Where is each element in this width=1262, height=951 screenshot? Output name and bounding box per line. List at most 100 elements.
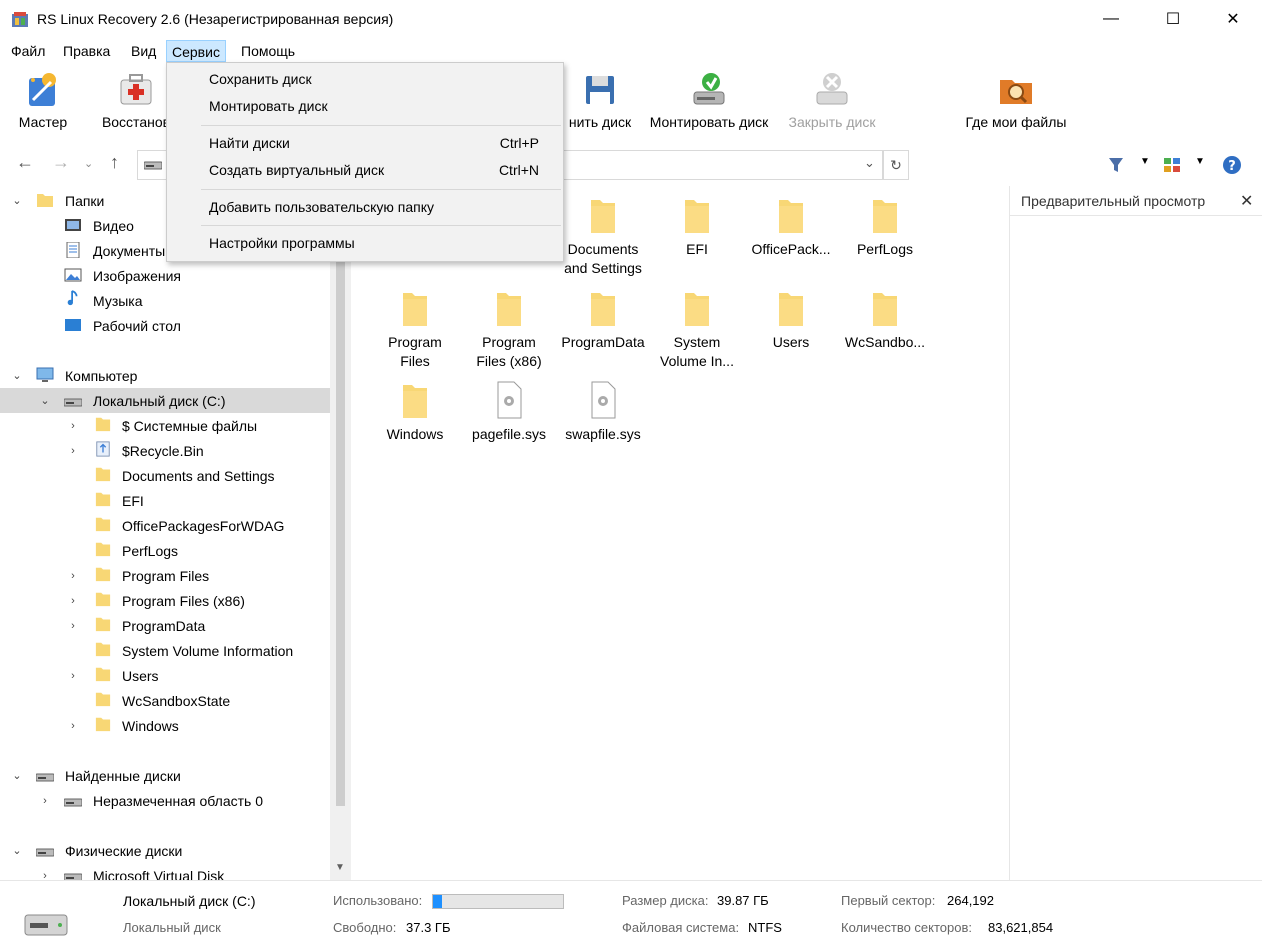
file-item[interactable]: Windows [368, 381, 462, 444]
file-item[interactable]: Program Files [368, 289, 462, 371]
chevron-down-icon[interactable]: ⌄ [38, 394, 52, 407]
minimize-button[interactable]: — [1086, 0, 1136, 38]
tree-item-folder[interactable]: › $Recycle.Bin [0, 438, 330, 463]
menu-item-add-custom-folder[interactable]: Добавить пользовательскую папку [167, 195, 563, 221]
wizard-button[interactable]: Мастер [14, 70, 72, 130]
menu-help[interactable]: Помощь [236, 40, 300, 62]
tree-item-folder[interactable]: › Program Files (x86) [0, 588, 330, 613]
file-item[interactable]: Documents and Settings [556, 196, 650, 278]
filter-icon[interactable] [1108, 157, 1124, 173]
menu-separator [201, 125, 561, 126]
file-item[interactable]: System Volume In... [650, 289, 744, 371]
tree-item-folder[interactable]: › ProgramData [0, 613, 330, 638]
view-mode-icon[interactable] [1163, 157, 1181, 173]
menu-item-settings[interactable]: Настройки программы [167, 231, 563, 257]
tree-label: Видео [93, 217, 134, 234]
tree-item-folder[interactable]: OfficePackagesForWDAG [0, 513, 330, 538]
close-icon[interactable]: ✕ [1240, 191, 1253, 211]
chevron-right-icon[interactable]: › [66, 570, 80, 582]
filter-dropdown-icon[interactable]: ▼ [1140, 156, 1150, 167]
maximize-button[interactable]: ☐ [1148, 0, 1198, 38]
tree-item-folder[interactable]: EFI [0, 488, 330, 513]
tree-group-found-disks[interactable]: ⌄ Найденные диски [0, 763, 330, 788]
address-dropdown-icon[interactable]: ⌄ [864, 155, 875, 171]
where-files-button[interactable]: Где мои файлы [956, 70, 1076, 130]
menu-item-label: Настройки программы [209, 235, 355, 251]
history-chevron-icon[interactable]: ⌄ [84, 157, 93, 170]
folder-icon [497, 293, 521, 326]
tree-item-desktop[interactable]: Рабочий стол [0, 313, 330, 338]
tree-item-folder[interactable]: Documents and Settings [0, 463, 330, 488]
file-item[interactable]: Program Files (x86) [462, 289, 556, 371]
up-arrow-icon[interactable]: ↑ [110, 152, 119, 173]
tree-item-folder[interactable]: PerfLogs [0, 538, 330, 563]
tree-scrollbar[interactable]: ▼ [330, 186, 351, 880]
chevron-right-icon[interactable]: › [66, 620, 80, 632]
menu-file[interactable]: Файл [6, 40, 50, 62]
file-item[interactable]: Users [744, 289, 838, 352]
tree-item-images[interactable]: Изображения [0, 263, 330, 288]
tree-item-unallocated[interactable]: › Неразмеченная область 0 [0, 788, 330, 813]
tree-label: Неразмеченная область 0 [93, 792, 263, 809]
view-dropdown-icon[interactable]: ▼ [1195, 156, 1205, 167]
tree-group-computer[interactable]: ⌄ Компьютер [0, 363, 330, 388]
menu-item-create-virtual-disk[interactable]: Создать виртуальный диск Ctrl+N [167, 158, 563, 184]
save-disk-button[interactable]: нить диск [560, 70, 640, 130]
tree-item-folder[interactable]: System Volume Information [0, 638, 330, 663]
tree-item-folder[interactable]: › Users [0, 663, 330, 688]
chevron-down-icon[interactable]: ⌄ [10, 769, 24, 782]
file-item[interactable]: ProgramData [556, 289, 650, 352]
forward-arrow-icon[interactable]: → [52, 152, 70, 173]
file-item[interactable]: WcSandbo... [838, 289, 932, 352]
file-item[interactable]: OfficePack... [744, 196, 838, 259]
file-item[interactable]: EFI [650, 196, 744, 259]
menu-view[interactable]: Вид [126, 40, 161, 62]
menu-service[interactable]: Сервис [166, 40, 226, 62]
chevron-right-icon[interactable]: › [66, 595, 80, 607]
menu-item-find-disks[interactable]: Найти диски Ctrl+P [167, 131, 563, 157]
menu-edit[interactable]: Правка [58, 40, 115, 62]
chevron-down-icon[interactable]: ⌄ [10, 194, 24, 207]
refresh-button[interactable]: ↻ [883, 150, 909, 180]
tree-item-local-disk[interactable]: ⌄ Локальный диск (C:) [0, 388, 330, 413]
chevron-down-icon[interactable]: ⌄ [10, 369, 24, 382]
help-icon[interactable]: ? [1222, 155, 1242, 175]
chevron-right-icon[interactable]: › [66, 445, 80, 457]
file-name: Documents and Settings [564, 241, 642, 276]
menu-item-save-disk[interactable]: Сохранить диск [167, 67, 563, 93]
chevron-right-icon[interactable]: › [66, 720, 80, 732]
drive-icon [64, 873, 82, 880]
chevron-right-icon[interactable]: › [38, 795, 52, 807]
tree-item-folder[interactable]: › Windows [0, 713, 330, 738]
tree-item-folder[interactable]: › Program Files [0, 563, 330, 588]
file-item[interactable]: swapfile.sys [556, 381, 650, 444]
menu-item-mount-disk[interactable]: Монтировать диск [167, 94, 563, 120]
tree-group-physical-disks[interactable]: ⌄ Физические диски [0, 838, 330, 863]
file-item[interactable]: PerfLogs [838, 196, 932, 259]
folder-icon [873, 200, 897, 233]
restore-button[interactable]: Восстанов [96, 70, 176, 130]
file-name: pagefile.sys [472, 426, 546, 442]
scroll-down-icon[interactable]: ▼ [335, 862, 345, 873]
image-icon [64, 268, 82, 282]
close-disk-button[interactable]: Закрыть диск [782, 70, 882, 130]
folder-icon [403, 293, 427, 326]
close-button[interactable]: ✕ [1208, 0, 1258, 38]
chevron-right-icon[interactable]: › [66, 420, 80, 432]
tree-item-music[interactable]: Музыка [0, 288, 330, 313]
file-item[interactable]: pagefile.sys [462, 381, 556, 444]
folder-icon [95, 717, 111, 732]
chevron-down-icon[interactable]: ⌄ [10, 844, 24, 857]
scroll-thumb[interactable] [336, 186, 345, 806]
mount-disk-button[interactable]: Монтировать диск [642, 70, 776, 130]
tree-item-virtual-disk[interactable]: › Microsoft Virtual Disk [0, 863, 330, 880]
folder-icon [591, 293, 615, 326]
tree-item-folder[interactable]: WcSandboxState [0, 688, 330, 713]
status-bar: Локальный диск (C:) Локальный диск Испол… [0, 880, 1262, 951]
folder-tree: ⌄ Папки Видео Документы Изображения Музы… [0, 186, 330, 880]
back-arrow-icon[interactable]: ← [16, 152, 34, 173]
folder-icon [95, 517, 111, 532]
chevron-right-icon[interactable]: › [66, 670, 80, 682]
chevron-right-icon[interactable]: › [38, 870, 52, 881]
tree-item-folder[interactable]: › $ Системные файлы [0, 413, 330, 438]
